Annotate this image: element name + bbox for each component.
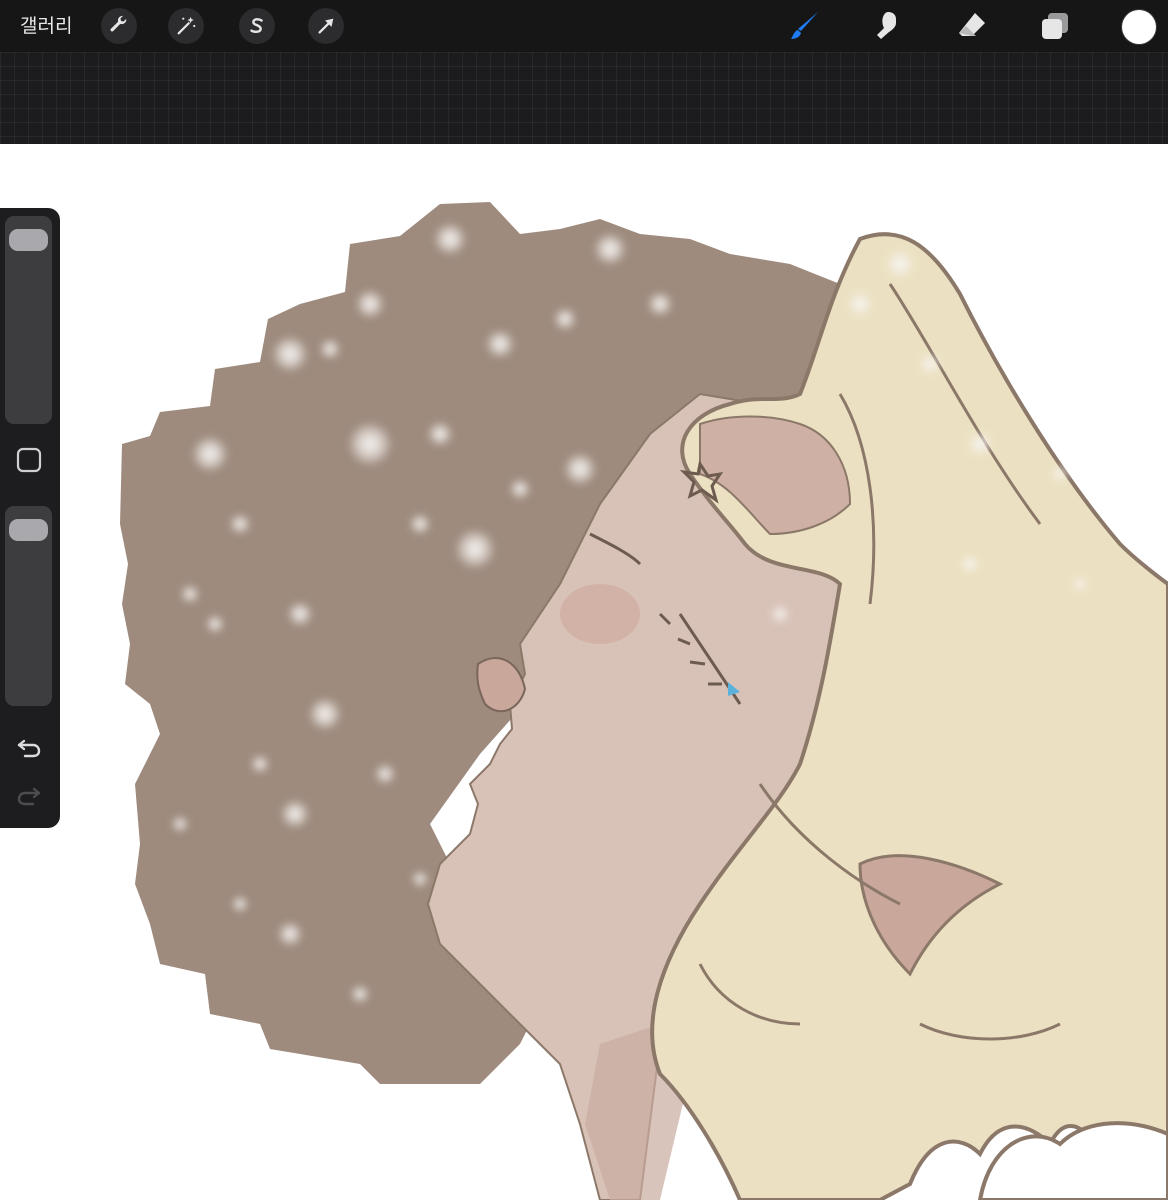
actions-button[interactable] <box>101 8 137 44</box>
opacity-slider[interactable] <box>5 506 52 706</box>
modify-button[interactable] <box>12 443 46 477</box>
selection-s-icon <box>250 18 263 33</box>
brush-icon <box>791 12 818 39</box>
left-sidebar <box>0 208 60 828</box>
arrow-cursor-icon <box>318 18 334 34</box>
smudge-tool-button[interactable] <box>868 8 908 44</box>
redo-icon <box>17 787 41 806</box>
wrench-icon <box>110 15 127 32</box>
magic-wand-icon <box>177 16 196 35</box>
eraser-tool-button[interactable] <box>952 8 992 44</box>
undo-icon <box>17 739 41 758</box>
brush-size-slider[interactable] <box>5 216 52 424</box>
layers-button[interactable] <box>1035 8 1075 44</box>
canvas-grid-area <box>0 52 1168 144</box>
selection-button[interactable] <box>239 8 275 44</box>
transform-button[interactable] <box>308 8 344 44</box>
brush-size-slider-thumb[interactable] <box>9 228 48 251</box>
top-toolbar: 갤러리 <box>0 0 1168 52</box>
opacity-slider-thumb[interactable] <box>9 518 48 541</box>
brush-tool-button[interactable] <box>785 8 825 44</box>
smudge-finger-icon <box>877 12 896 39</box>
color-picker-button[interactable] <box>1122 10 1156 44</box>
gallery-button[interactable]: 갤러리 <box>20 13 72 39</box>
square-modify-icon <box>16 447 42 473</box>
eraser-icon <box>959 13 985 36</box>
blush <box>560 584 640 644</box>
undo-button[interactable] <box>12 730 46 764</box>
layers-icon <box>1042 13 1068 39</box>
drawing-canvas[interactable] <box>0 144 1168 1200</box>
redo-button[interactable] <box>12 778 46 812</box>
adjustments-button[interactable] <box>168 8 204 44</box>
